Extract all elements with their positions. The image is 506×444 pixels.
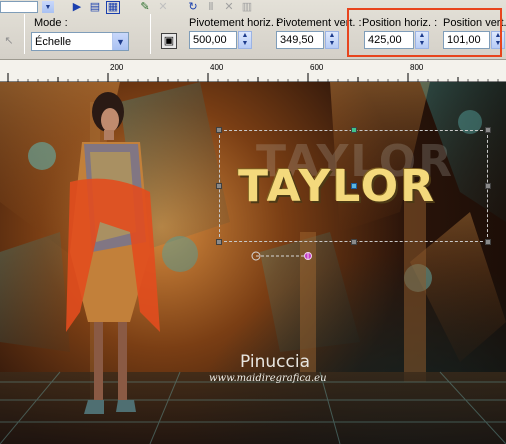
chevron-down-icon[interactable]: ▼ [112,33,128,50]
image-canvas[interactable]: TAYLOR TAYLOR Pinuccia www.maidiregrafic… [0,82,506,444]
close-icon[interactable]: ✕ [222,1,236,14]
trash-icon[interactable]: ▥ [240,1,254,14]
apply-icon[interactable]: ✎ [138,1,152,14]
mode-value: Échelle [35,35,72,48]
pivot-v-field[interactable]: 349,50 ▲ ▼ [276,31,339,49]
pick-tool-icon[interactable]: ↖ [2,35,16,48]
resize-handle-sw[interactable] [216,239,222,245]
pivot-point-handle[interactable] [351,183,357,189]
top-combo-arrow-icon[interactable]: ▼ [42,1,54,13]
preset-icon[interactable]: ▤ [88,1,102,14]
pivot-h-field[interactable]: 500,00 ▲ ▼ [189,31,252,49]
pivot-v-input[interactable]: 349,50 [276,31,324,49]
ruler-ticks [7,73,499,82]
signature-text: Pinuccia [240,352,310,372]
ruler-label-200: 200 [110,63,124,72]
resize-handle-s[interactable] [351,239,357,245]
save-preset-icon[interactable]: ▦ [106,0,120,14]
top-left-strip: ▼ [0,0,54,14]
reset-icon[interactable]: ↻ [186,1,200,14]
spinner-icon[interactable]: ▲ ▼ [325,31,339,49]
ruler-label-800: 800 [410,63,424,72]
resize-handle-w[interactable] [216,183,222,189]
pause-icon[interactable]: Ⅱ [204,1,218,14]
resize-handle-ne[interactable] [485,127,491,133]
separator [24,14,25,54]
cancel-icon[interactable]: ✕ [156,1,170,14]
position-highlight-box [347,8,502,57]
tool-options-bar: ▼ ▶ ▤ ▦ ✎ ✕ ↻ Ⅱ ✕ ▥ ↖ Mode : Échelle ▼ ▣… [0,0,506,60]
resize-handle-se[interactable] [485,239,491,245]
ruler-label-600: 600 [310,63,324,72]
mode-label: Mode : [34,17,68,29]
pivot-h-input[interactable]: 500,00 [189,31,237,49]
resize-handle-nw[interactable] [216,127,222,133]
top-icons-strip: ▶ ▤ ▦ ✎ ✕ ↻ Ⅱ ✕ ▥ [70,0,254,14]
rotate-handle-top[interactable] [351,127,357,133]
pivot-h-label: Pivotement horiz. : [189,17,281,29]
ruler-label-400: 400 [210,63,224,72]
separator [150,14,151,54]
top-combo-fragment[interactable] [0,1,38,13]
spinner-icon[interactable]: ▲ ▼ [238,31,252,49]
horizontal-ruler[interactable]: 200 400 600 800 [0,60,506,82]
website-text: www.maidiregrafica.eu [209,373,327,384]
rotation-pivot-line[interactable] [250,249,320,263]
mode-select[interactable]: Échelle ▼ [31,32,129,51]
resize-handle-e[interactable] [485,183,491,189]
pivot-icon[interactable]: ▣ [161,33,177,49]
play-icon[interactable]: ▶ [70,1,84,14]
